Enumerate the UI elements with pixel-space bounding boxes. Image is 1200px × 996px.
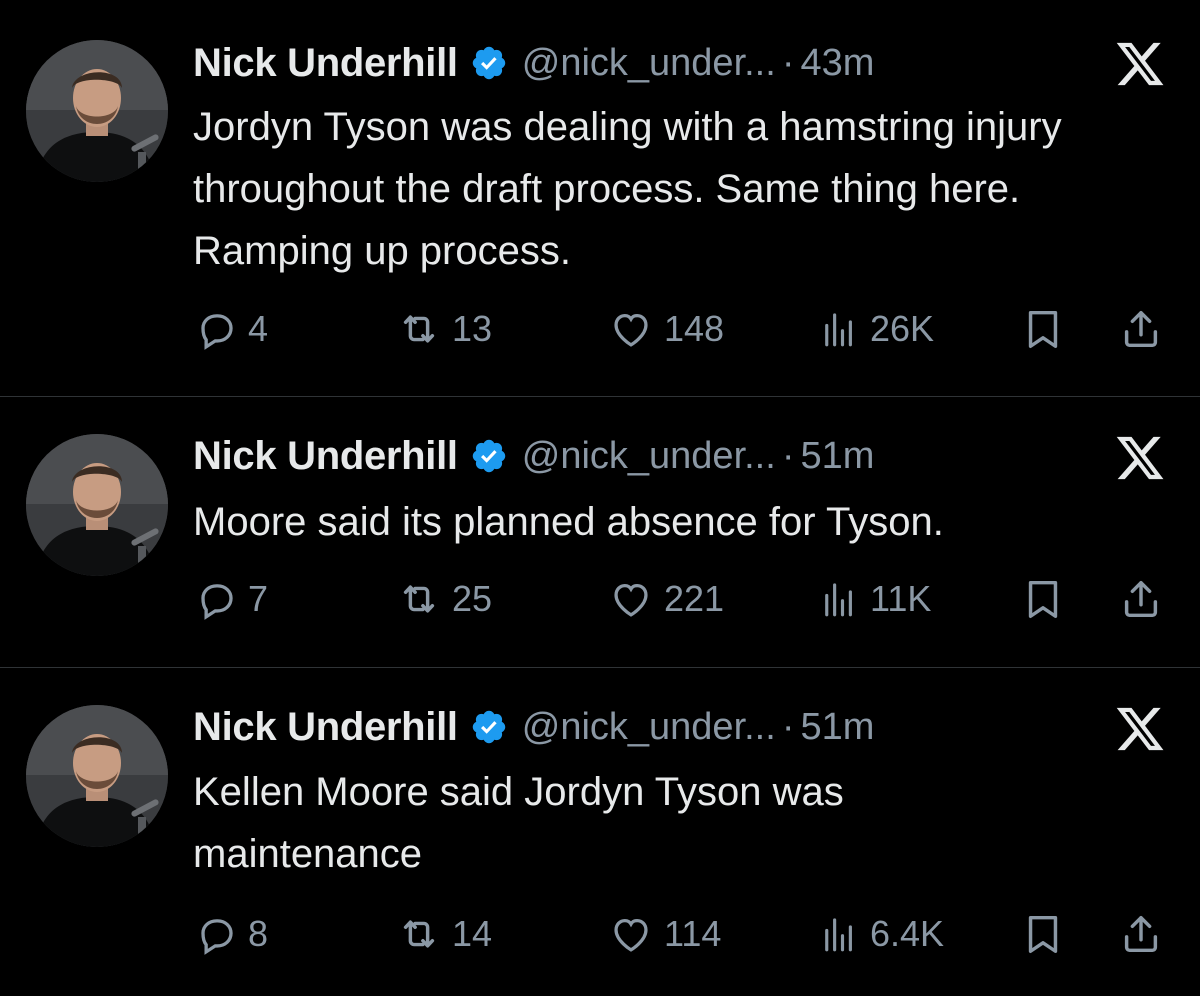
like-count: 114 bbox=[664, 913, 722, 954]
tweet-text: Moore said its planned absence for Tyson… bbox=[193, 500, 944, 544]
tweet-text: Kellen Moore said Jordyn Tyson was maint… bbox=[193, 770, 844, 876]
tweet-actions: 4 13 148 26K bbox=[0, 304, 1200, 354]
views-chart-icon bbox=[818, 308, 860, 350]
share-button[interactable] bbox=[1118, 574, 1164, 624]
views-count: 6.4K bbox=[870, 913, 945, 954]
author-name[interactable]: Nick Underhill bbox=[193, 434, 458, 479]
views-button[interactable]: 11K bbox=[818, 574, 931, 624]
retweet-icon bbox=[396, 306, 442, 352]
x-logo-icon bbox=[1112, 38, 1168, 90]
bookmark-icon bbox=[1020, 306, 1066, 352]
tweet-header: Nick Underhill @nick_under... · 51m bbox=[193, 431, 874, 481]
tweet-header: Nick Underhill @nick_under... · 43m bbox=[193, 38, 874, 88]
separator-dot: · bbox=[781, 705, 795, 748]
share-icon bbox=[1118, 911, 1164, 957]
reply-icon bbox=[196, 308, 238, 350]
heart-icon bbox=[608, 576, 654, 622]
verified-badge-icon bbox=[470, 708, 508, 746]
heart-icon bbox=[608, 306, 654, 352]
share-icon bbox=[1118, 576, 1164, 622]
tweet-card[interactable]: Nick Underhill @nick_under... · 43m Jord… bbox=[0, 0, 1200, 396]
share-button[interactable] bbox=[1118, 304, 1164, 354]
repost-button[interactable]: 25 bbox=[396, 574, 492, 624]
separator-dot: · bbox=[781, 41, 795, 84]
x-logo-icon bbox=[1112, 432, 1168, 484]
tweet-text: Jordyn Tyson was dealing with a hamstrin… bbox=[193, 105, 1062, 273]
author-handle[interactable]: @nick_under... bbox=[522, 706, 776, 749]
avatar-photo bbox=[26, 434, 168, 576]
reply-icon bbox=[196, 913, 238, 955]
reply-count: 4 bbox=[248, 308, 269, 349]
author-name[interactable]: Nick Underhill bbox=[193, 705, 458, 750]
views-chart-icon bbox=[818, 913, 860, 955]
bookmark-button[interactable] bbox=[1020, 574, 1066, 624]
tweet-timestamp[interactable]: 43m bbox=[800, 42, 874, 85]
tweet-feed: Nick Underhill @nick_under... · 43m Jord… bbox=[0, 0, 1200, 996]
repost-count: 14 bbox=[452, 913, 493, 954]
views-chart-icon bbox=[818, 578, 860, 620]
share-button[interactable] bbox=[1118, 909, 1164, 959]
bookmark-button[interactable] bbox=[1020, 304, 1066, 354]
views-button[interactable]: 26K bbox=[818, 304, 934, 354]
repost-count: 25 bbox=[452, 578, 493, 619]
like-button[interactable]: 114 bbox=[608, 909, 721, 959]
separator-dot: · bbox=[781, 434, 795, 477]
views-count: 26K bbox=[870, 308, 935, 349]
avatar[interactable] bbox=[26, 705, 168, 847]
reply-count: 8 bbox=[248, 913, 269, 954]
author-handle[interactable]: @nick_under... bbox=[522, 435, 776, 478]
avatar-photo bbox=[26, 705, 168, 847]
heart-icon bbox=[608, 911, 654, 957]
bookmark-button[interactable] bbox=[1020, 909, 1066, 959]
repost-button[interactable]: 13 bbox=[396, 304, 492, 354]
verified-badge-icon bbox=[470, 44, 508, 82]
tweet-timestamp[interactable]: 51m bbox=[800, 435, 874, 478]
views-button[interactable]: 6.4K bbox=[818, 909, 944, 959]
like-count: 221 bbox=[664, 578, 725, 619]
retweet-icon bbox=[396, 911, 442, 957]
avatar[interactable] bbox=[26, 434, 168, 576]
tweet-header: Nick Underhill @nick_under... · 51m bbox=[193, 702, 874, 752]
tweet-actions: 7 25 221 11K bbox=[0, 574, 1200, 624]
verified-badge-icon bbox=[470, 437, 508, 475]
bookmark-icon bbox=[1020, 911, 1066, 957]
tweet-card[interactable]: Nick Underhill @nick_under... · 51m Moor… bbox=[0, 397, 1200, 667]
avatar[interactable] bbox=[26, 40, 168, 182]
repost-count: 13 bbox=[452, 308, 493, 349]
reply-icon bbox=[196, 578, 238, 620]
retweet-icon bbox=[396, 576, 442, 622]
reply-button[interactable]: 8 bbox=[196, 909, 268, 959]
repost-button[interactable]: 14 bbox=[396, 909, 492, 959]
author-handle[interactable]: @nick_under... bbox=[522, 42, 776, 85]
like-count: 148 bbox=[664, 308, 725, 349]
share-icon bbox=[1118, 306, 1164, 352]
x-logo-icon bbox=[1112, 703, 1168, 755]
tweet-timestamp[interactable]: 51m bbox=[800, 706, 874, 749]
reply-button[interactable]: 7 bbox=[196, 574, 268, 624]
like-button[interactable]: 221 bbox=[608, 574, 724, 624]
bookmark-icon bbox=[1020, 576, 1066, 622]
reply-count: 7 bbox=[248, 578, 269, 619]
author-name[interactable]: Nick Underhill bbox=[193, 41, 458, 86]
tweet-actions: 8 14 114 6.4K bbox=[0, 909, 1200, 959]
avatar-photo bbox=[26, 40, 168, 182]
reply-button[interactable]: 4 bbox=[196, 304, 268, 354]
views-count: 11K bbox=[870, 578, 932, 619]
tweet-card[interactable]: Nick Underhill @nick_under... · 51m Kell… bbox=[0, 668, 1200, 996]
like-button[interactable]: 148 bbox=[608, 304, 724, 354]
